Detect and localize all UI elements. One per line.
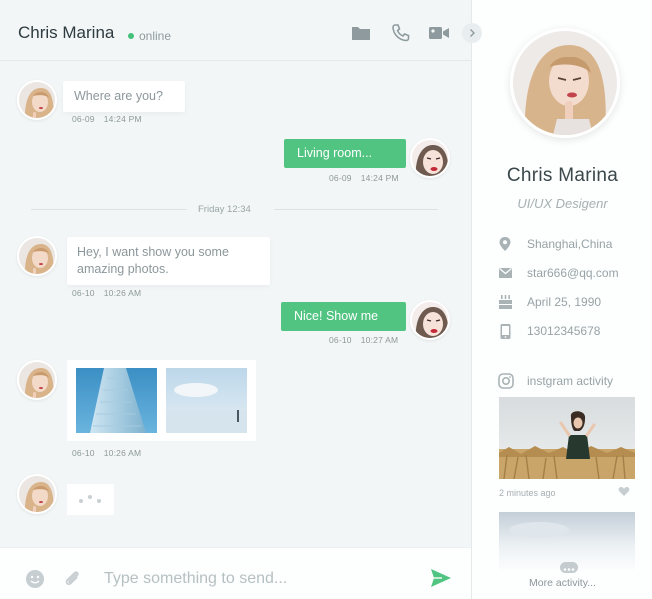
contact-avatar[interactable]: [17, 80, 57, 120]
message-date: 06-10: [329, 335, 352, 345]
instagram-timestamp: 2 minutes ago: [499, 488, 556, 498]
phone-icon[interactable]: [391, 24, 411, 42]
status-label: online: [139, 29, 172, 43]
phone-text: 13012345678: [527, 324, 601, 338]
message-bubble-outgoing: Nice! Show me: [281, 302, 406, 331]
typing-dot: [88, 495, 92, 499]
contact-avatar[interactable]: [17, 236, 57, 276]
contact-avatar[interactable]: [17, 474, 57, 514]
location-pin-icon: [499, 237, 511, 251]
instagram-label: instgram activity: [527, 374, 614, 388]
profile-name: Chris Marina: [506, 165, 619, 186]
chevron-right-icon: [470, 29, 475, 37]
heart-icon[interactable]: [618, 486, 630, 497]
day-divider: Friday 12:34: [198, 204, 251, 215]
instagram-icon: [498, 373, 514, 389]
more-icon[interactable]: [560, 562, 578, 573]
message-meta: 06-10 10:26 AM: [72, 288, 141, 298]
message-meta: 06-10 10:27 AM: [329, 335, 398, 345]
collapse-panel-button[interactable]: [462, 23, 482, 43]
online-status: online: [128, 29, 171, 43]
message-time: 14:24 PM: [360, 173, 399, 183]
chat-panel: Chris Marina online Where are you? 06-09…: [0, 0, 471, 599]
my-avatar[interactable]: [410, 138, 450, 178]
mobile-phone-icon: [500, 324, 511, 339]
message-meta: 06-10 10:26 AM: [72, 448, 141, 458]
profile-panel: Chris Marina UI/UX Desigenr Shanghai,Chi…: [471, 0, 652, 599]
beach-photo[interactable]: [166, 368, 247, 433]
woman-portrait-image: [19, 476, 55, 512]
profile-role: UI/UX Desigenr: [517, 196, 608, 211]
message-bubble-outgoing: Living room...: [284, 139, 406, 168]
message-meta: 06-09 14:24 PM: [72, 114, 142, 124]
message-date: 06-09: [72, 114, 95, 124]
my-avatar[interactable]: [410, 300, 450, 340]
emoji-icon[interactable]: [25, 569, 45, 589]
online-dot: [128, 33, 134, 39]
message-bubble-incoming: Where are you?: [63, 81, 185, 112]
woman-portrait-image: [412, 302, 448, 338]
message-time: 10:27 AM: [360, 335, 399, 345]
message-date: 06-10: [72, 448, 95, 458]
typing-indicator: [67, 484, 114, 515]
chat-header: Chris Marina online: [0, 0, 471, 61]
typing-dot: [79, 499, 83, 503]
message-meta: 06-09 14:24 PM: [329, 173, 399, 183]
woman-portrait-image: [513, 31, 617, 135]
message-bubble-incoming: Hey, I want show you some amazing photos…: [67, 237, 270, 285]
contact-name: Chris Marina: [18, 23, 115, 42]
instagram-photo[interactable]: [499, 397, 635, 479]
send-icon[interactable]: [430, 568, 452, 588]
wheat-field-photo: [499, 397, 635, 479]
message-composer: Type something to send...: [0, 547, 471, 599]
message-time: 14:24 PM: [103, 114, 142, 124]
message-date: 06-09: [329, 173, 352, 183]
email-text: star666@qq.com: [527, 266, 619, 280]
woman-portrait-image: [19, 238, 55, 274]
mail-icon: [499, 268, 512, 278]
location-text: Shanghai,China: [527, 237, 613, 251]
woman-portrait-image: [19, 362, 55, 398]
folder-icon[interactable]: [351, 24, 371, 42]
message-time: 10:26 AM: [103, 448, 142, 458]
more-activity-link[interactable]: More activity...: [472, 577, 652, 589]
woman-portrait-image: [19, 82, 55, 118]
message-date: 06-10: [72, 288, 95, 298]
cake-icon: [499, 295, 512, 309]
paperclip-icon[interactable]: [62, 568, 82, 588]
profile-avatar[interactable]: [510, 28, 620, 138]
building-photo[interactable]: [76, 368, 157, 433]
photo-message: [67, 360, 256, 441]
message-input[interactable]: Type something to send...: [104, 570, 287, 588]
video-camera-icon[interactable]: [428, 24, 450, 42]
birthday-text: April 25, 1990: [527, 295, 602, 309]
typing-dot: [97, 499, 101, 503]
divider-line-left: [31, 209, 187, 210]
divider-line-right: [274, 209, 438, 210]
ellipsis-icon: [563, 568, 575, 571]
woman-portrait-image: [412, 140, 448, 176]
contact-avatar[interactable]: [17, 360, 57, 400]
message-time: 10:26 AM: [103, 288, 142, 298]
